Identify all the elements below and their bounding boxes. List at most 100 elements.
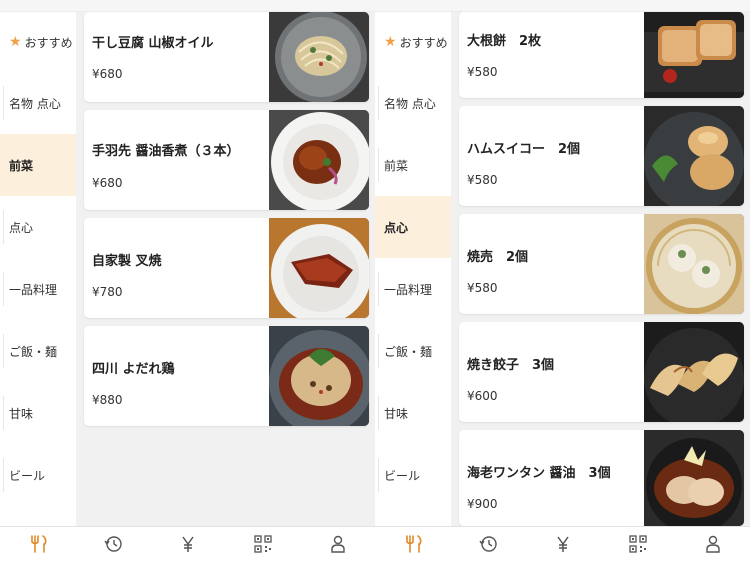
divider (3, 86, 4, 120)
menu-item-card[interactable]: 大根餅 2枚 ¥580 (459, 12, 744, 98)
menu-item-name: 焼き餃子 3個 (467, 358, 555, 373)
category-label: 一品料理 (9, 282, 58, 297)
category-item-beer[interactable]: ビール (0, 444, 76, 506)
dish-photo-chicken-wings (269, 110, 369, 210)
menu-item-price: ¥680 (92, 67, 123, 81)
menu-item-card[interactable]: 自家製 叉焼 ¥780 (84, 218, 369, 318)
category-label: ビール (9, 468, 46, 483)
yen-icon (556, 536, 569, 552)
status-bar (0, 0, 750, 12)
category-item-signature-dimsum[interactable]: 名物 点心 (375, 72, 451, 134)
category-item-rice-noodles[interactable]: ご飯・麺 (375, 320, 451, 382)
divider (378, 396, 379, 430)
star-icon: ★ (384, 34, 397, 50)
menu-item-name: 干し豆腐 山椒オイル (92, 36, 214, 51)
history-icon (103, 536, 122, 552)
tab-account[interactable] (300, 527, 375, 562)
divider (3, 458, 4, 492)
category-label: 名物 点心 (384, 96, 436, 111)
category-item-recommended[interactable]: ★ おすすめ (375, 12, 451, 72)
yen-icon (181, 536, 194, 552)
category-label: ご飯・麺 (9, 344, 58, 359)
category-label: ビール (384, 468, 421, 483)
dish-photo-ham-sui-gok (644, 106, 744, 206)
tab-history[interactable] (75, 527, 150, 562)
category-label: 点心 (9, 220, 34, 235)
menu-item-price: ¥680 (92, 176, 123, 190)
divider (378, 458, 379, 492)
category-item-a-la-carte[interactable]: 一品料理 (375, 258, 451, 320)
menu-item-card[interactable]: ハムスイコー 2個 ¥580 (459, 106, 744, 206)
category-item-beer[interactable]: ビール (375, 444, 451, 506)
menu-item-name: ハムスイコー 2個 (467, 142, 581, 157)
bottom-tab-bar (0, 526, 750, 562)
dish-photo-turnip-cake (644, 12, 744, 98)
user-icon (330, 535, 345, 553)
category-label: おすすめ (399, 35, 448, 50)
category-item-dimsum[interactable]: 点心 (375, 196, 451, 258)
menu-item-card[interactable]: 手羽先 醤油香煮（３本） ¥680 (84, 110, 369, 210)
category-label: 前菜 (384, 158, 409, 173)
category-item-recommended[interactable]: ★ おすすめ (0, 12, 76, 72)
dish-photo-gyoza (644, 322, 744, 422)
category-sidebar: ★ おすすめ 名物 点心 前菜 点心 一品料理 ご飯・麺 甘味 ビール (0, 12, 76, 526)
category-item-desserts[interactable]: 甘味 (0, 382, 76, 444)
divider (378, 148, 379, 182)
category-label: おすすめ (24, 35, 73, 50)
dish-photo-shumai (644, 214, 744, 314)
category-label: 前菜 (9, 158, 34, 173)
menu-item-name: 自家製 叉焼 (92, 254, 162, 269)
menu-item-price: ¥880 (92, 393, 123, 407)
fork-knife-icon (405, 535, 421, 553)
category-item-signature-dimsum[interactable]: 名物 点心 (0, 72, 76, 134)
divider (378, 272, 379, 306)
menu-item-price: ¥580 (467, 281, 498, 295)
menu-item-price: ¥600 (467, 389, 498, 403)
menu-item-name: 焼売 2個 (467, 250, 529, 265)
menu-item-name: 四川 よだれ鶏 (92, 362, 175, 377)
dish-photo-drool-chicken (269, 326, 369, 426)
menu-item-price: ¥900 (467, 497, 498, 511)
menu-item-name: 海老ワンタン 醤油 3個 (467, 466, 611, 481)
category-item-a-la-carte[interactable]: 一品料理 (0, 258, 76, 320)
category-label: 一品料理 (384, 282, 433, 297)
menu-item-card[interactable]: 四川 よだれ鶏 ¥880 (84, 326, 369, 426)
dish-photo-char-siu (269, 218, 369, 318)
dish-photo-shrimp-wonton (644, 430, 744, 526)
category-label: 甘味 (384, 406, 409, 421)
menu-panel-right: ★ おすすめ 名物 点心 前菜 点心 一品料理 ご飯・麺 甘味 ビール 大根餅 … (375, 12, 750, 526)
divider (378, 86, 379, 120)
divider (3, 334, 4, 368)
menu-item-price: ¥580 (467, 173, 498, 187)
category-item-rice-noodles[interactable]: ご飯・麺 (0, 320, 76, 382)
menu-item-name: 手羽先 醤油香煮（３本） (92, 144, 240, 159)
tab-menu[interactable] (0, 527, 75, 562)
divider (378, 334, 379, 368)
fork-knife-icon (30, 535, 46, 553)
tab-qr[interactable] (225, 527, 300, 562)
divider (3, 210, 4, 244)
category-item-appetizers[interactable]: 前菜 (375, 134, 451, 196)
category-label: 名物 点心 (9, 96, 61, 111)
tab-qr[interactable] (600, 527, 675, 562)
tab-menu[interactable] (375, 527, 450, 562)
divider (3, 396, 4, 430)
category-item-appetizers[interactable]: 前菜 (0, 134, 76, 196)
menu-item-price: ¥780 (92, 285, 123, 299)
menu-item-card[interactable]: 焼売 2個 ¥580 (459, 214, 744, 314)
dish-photo-noodles (269, 12, 369, 102)
category-item-dimsum[interactable]: 点心 (0, 196, 76, 258)
qr-code-icon (253, 535, 272, 553)
tab-payment[interactable] (150, 527, 225, 562)
tab-payment[interactable] (525, 527, 600, 562)
divider (3, 272, 4, 306)
menu-item-card[interactable]: 干し豆腐 山椒オイル ¥680 (84, 12, 369, 102)
menu-panel-left: ★ おすすめ 名物 点心 前菜 点心 一品料理 ご飯・麺 甘味 ビール 干し豆腐… (0, 12, 375, 526)
menu-item-price: ¥580 (467, 65, 498, 79)
category-item-desserts[interactable]: 甘味 (375, 382, 451, 444)
menu-item-card[interactable]: 海老ワンタン 醤油 3個 ¥900 (459, 430, 744, 526)
menu-item-card[interactable]: 焼き餃子 3個 ¥600 (459, 322, 744, 422)
category-sidebar: ★ おすすめ 名物 点心 前菜 点心 一品料理 ご飯・麺 甘味 ビール (375, 12, 451, 526)
tab-history[interactable] (450, 527, 525, 562)
tab-account[interactable] (675, 527, 750, 562)
